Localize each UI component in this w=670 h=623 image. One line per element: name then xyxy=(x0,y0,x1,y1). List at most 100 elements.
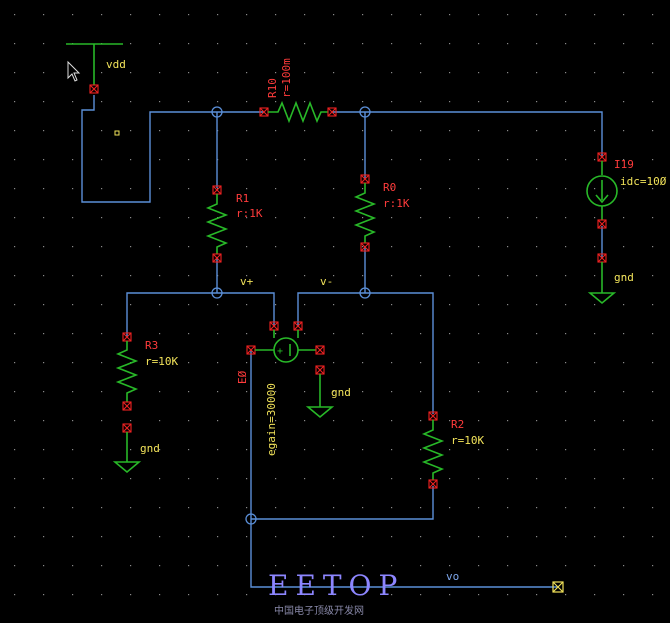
selection-marker xyxy=(114,130,120,136)
grid-dot xyxy=(188,362,190,364)
grid-dot xyxy=(159,333,161,335)
grid-dot xyxy=(507,594,509,596)
wires[interactable] xyxy=(81,95,603,588)
grid-dot xyxy=(507,362,509,364)
grid-dot xyxy=(536,130,538,132)
grid-dot xyxy=(333,43,335,45)
grid-dot xyxy=(72,304,74,306)
grid-dot xyxy=(43,101,45,103)
label-r1-value: r:1K xyxy=(236,207,263,220)
grid-dot xyxy=(159,101,161,103)
grid-dot xyxy=(594,391,596,393)
grid-dot xyxy=(188,304,190,306)
grid-dot xyxy=(159,594,161,596)
grid-dot xyxy=(623,391,625,393)
current-source-i19[interactable] xyxy=(586,152,618,305)
grid-dot xyxy=(188,130,190,132)
vcvs-e0[interactable]: + xyxy=(246,321,335,419)
grid-dot xyxy=(536,507,538,509)
grid-dot xyxy=(507,420,509,422)
grid-dot xyxy=(304,188,306,190)
grid-dot xyxy=(449,217,451,219)
grid-dot xyxy=(594,43,596,45)
grid-dot xyxy=(565,507,567,509)
grid-dot xyxy=(449,594,451,596)
grid-dot xyxy=(101,188,103,190)
resistor-r3[interactable] xyxy=(112,332,142,474)
grid-dot xyxy=(43,362,45,364)
grid-dot xyxy=(304,565,306,567)
grid-dot xyxy=(391,565,393,567)
grid-dot xyxy=(304,449,306,451)
grid-dot xyxy=(507,449,509,451)
grid-dot xyxy=(623,594,625,596)
grid-dot xyxy=(507,101,509,103)
grid-dot xyxy=(623,188,625,190)
grid-dot xyxy=(652,275,654,277)
grid-dot xyxy=(594,159,596,161)
grid-dot xyxy=(478,478,480,480)
grid-dot xyxy=(72,565,74,567)
grid-dot xyxy=(72,449,74,451)
grid-dot xyxy=(507,275,509,277)
grid-dot xyxy=(275,188,277,190)
wire-output[interactable] xyxy=(250,350,557,588)
grid-dot xyxy=(362,449,364,451)
grid-dot xyxy=(130,246,132,248)
grid-dot xyxy=(623,478,625,480)
grid-dot xyxy=(536,43,538,45)
grid-dot xyxy=(72,391,74,393)
wire-feedback[interactable] xyxy=(251,486,434,520)
wire-top-right[interactable] xyxy=(332,111,603,157)
label-egain: egain=30000 xyxy=(265,383,278,456)
resistor-r10[interactable] xyxy=(259,100,337,124)
schematic-canvas[interactable]: + vdd R10 r=100m R1 r:1K R0 r:1K I19 idc… xyxy=(0,0,670,623)
grid-dot xyxy=(536,565,538,567)
grid-dot xyxy=(652,565,654,567)
grid-dot xyxy=(333,159,335,161)
grid-dot xyxy=(14,362,16,364)
grid-dot xyxy=(43,159,45,161)
resistor-r0[interactable] xyxy=(353,174,377,252)
grid-dot xyxy=(420,594,422,596)
grid-dot xyxy=(623,14,625,16)
grid-dot xyxy=(449,14,451,16)
grid-dot xyxy=(188,275,190,277)
grid-dot xyxy=(565,275,567,277)
grid-dot xyxy=(362,333,364,335)
grid-dot xyxy=(478,159,480,161)
grid-dot xyxy=(333,449,335,451)
grid-dot xyxy=(594,362,596,364)
grid-dot xyxy=(72,478,74,480)
grid-dot xyxy=(304,304,306,306)
grid-dot xyxy=(478,101,480,103)
grid-dot xyxy=(652,217,654,219)
grid-dot xyxy=(623,304,625,306)
grid-dot xyxy=(478,217,480,219)
grid-dots xyxy=(14,14,654,596)
grid-dot xyxy=(420,246,422,248)
grid-dot xyxy=(536,159,538,161)
grid-dot xyxy=(449,565,451,567)
resistor-r2[interactable] xyxy=(421,411,445,489)
grid-dot xyxy=(478,594,480,596)
resistor-r1[interactable] xyxy=(205,185,229,263)
grid-dot xyxy=(565,159,567,161)
grid-dot xyxy=(43,594,45,596)
grid-dot xyxy=(72,159,74,161)
grid-dot xyxy=(246,14,248,16)
grid-dot xyxy=(507,246,509,248)
label-r1-name: R1 xyxy=(236,192,249,205)
grid-dot xyxy=(362,565,364,567)
grid-dot xyxy=(304,536,306,538)
grid-dot xyxy=(101,478,103,480)
wire-vplus-net[interactable] xyxy=(126,292,275,337)
grid-dot xyxy=(304,217,306,219)
grid-dot xyxy=(565,391,567,393)
grid-dot xyxy=(43,275,45,277)
wire-vdd-loop[interactable] xyxy=(81,95,264,203)
grid-dot xyxy=(101,333,103,335)
grid-dot xyxy=(217,565,219,567)
grid-dot xyxy=(449,449,451,451)
grid-dot xyxy=(246,159,248,161)
